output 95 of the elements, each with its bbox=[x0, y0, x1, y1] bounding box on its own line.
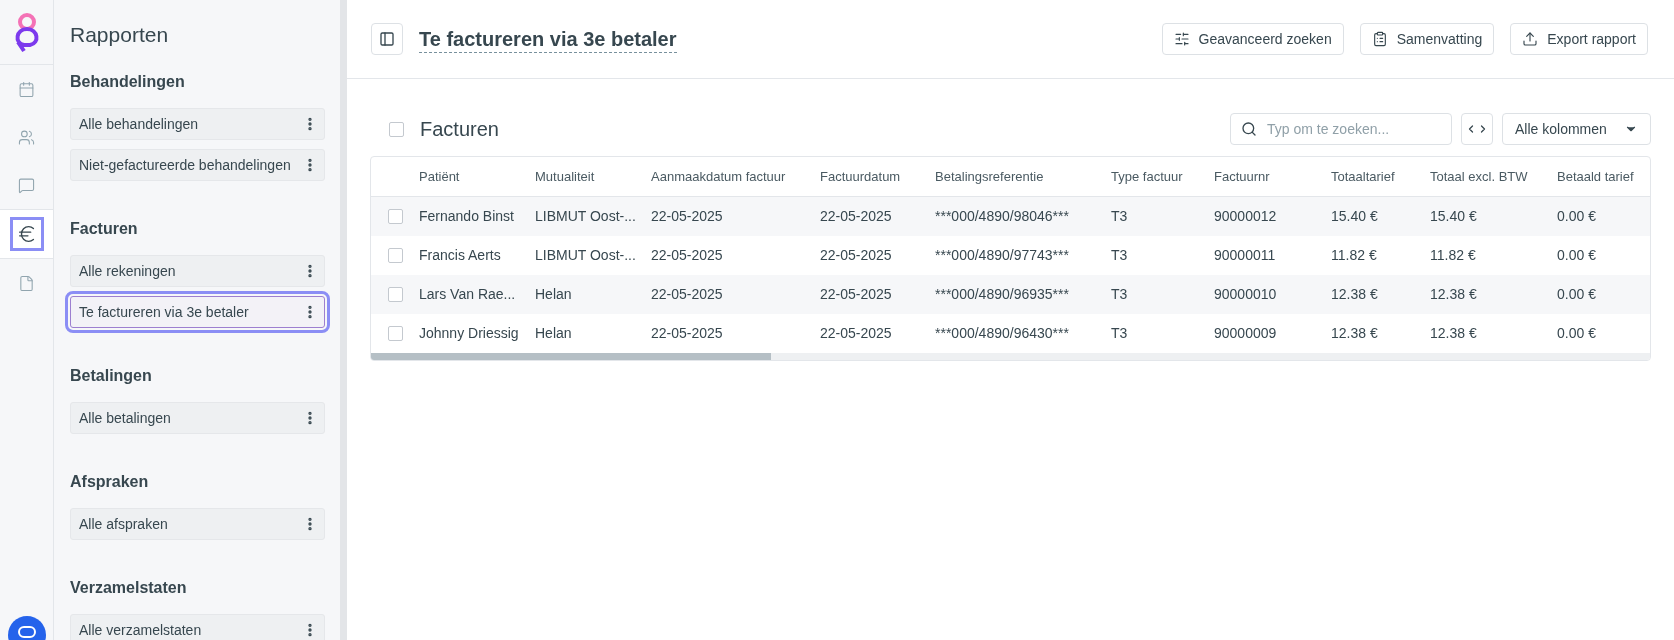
table-cell: 15.40 € bbox=[1430, 208, 1477, 224]
table-cell: T3 bbox=[1111, 247, 1128, 263]
table-cell: 22-05-2025 bbox=[820, 208, 892, 224]
report-label: Alle rekeningen bbox=[79, 261, 176, 281]
table-cell: 22-05-2025 bbox=[820, 286, 892, 302]
report-label: Alle behandelingen bbox=[79, 114, 199, 134]
table-cell: 15.40 € bbox=[1331, 208, 1378, 224]
column-header: Type factuur bbox=[1111, 168, 1183, 184]
table-cell: ***000/4890/96430*** bbox=[935, 325, 1069, 341]
table-cell: 12.38 € bbox=[1430, 325, 1477, 341]
file-icon bbox=[18, 274, 35, 292]
sliders-icon bbox=[1173, 31, 1190, 47]
users-icon bbox=[18, 128, 35, 146]
table-cell: 0.00 € bbox=[1557, 247, 1596, 263]
table-cell: LIBMUT Oost-... bbox=[535, 208, 636, 224]
report-item[interactable]: Alle rekeningen bbox=[70, 255, 325, 287]
table-cell: 90000009 bbox=[1214, 325, 1277, 341]
column-header: Factuurnr bbox=[1214, 168, 1270, 184]
table-cell: Francis Aerts bbox=[419, 247, 501, 263]
table-cell: 0.00 € bbox=[1557, 325, 1596, 341]
table-cell: 11.82 € bbox=[1430, 247, 1476, 263]
search-field[interactable]: Typ om te zoeken... bbox=[1230, 113, 1452, 145]
report-item[interactable]: Alle verzamelstaten bbox=[70, 614, 325, 640]
list-icon bbox=[1371, 31, 1388, 47]
table-cell: 22-05-2025 bbox=[651, 208, 723, 224]
scrollbar-thumb[interactable] bbox=[371, 353, 771, 360]
table-cell: Helan bbox=[535, 325, 572, 341]
upload-icon bbox=[1522, 31, 1539, 47]
checkbox[interactable] bbox=[387, 209, 403, 224]
table-cell: Lars Van Rae... bbox=[419, 286, 516, 302]
column-header: Aanmaakdatum factuur bbox=[651, 168, 786, 184]
report-label: Alle verzamelstaten bbox=[79, 620, 202, 640]
report-label: Niet-gefactureerde behandelingen bbox=[79, 155, 291, 175]
resize-handle[interactable] bbox=[340, 0, 347, 640]
code-toggle-button[interactable] bbox=[1461, 113, 1493, 145]
section-heading: Afspraken bbox=[70, 472, 150, 492]
table-cell: ***000/4890/97743*** bbox=[935, 247, 1069, 263]
toolbar-button[interactable]: Samenvatting bbox=[1359, 23, 1495, 55]
table-cell: 0.00 € bbox=[1557, 208, 1596, 224]
table-cell: 12.38 € bbox=[1331, 325, 1378, 341]
table-cell: 22-05-2025 bbox=[820, 325, 892, 341]
sidebar-toggle-button[interactable] bbox=[371, 23, 403, 55]
table-cell: 12.38 € bbox=[1331, 286, 1378, 302]
table-cell: 90000012 bbox=[1214, 208, 1277, 224]
column-header: Totaal excl. BTW bbox=[1430, 168, 1528, 184]
euro-nav-button[interactable] bbox=[9, 217, 44, 251]
table-cell: T3 bbox=[1111, 325, 1128, 341]
sidebar-title: Rapporten bbox=[70, 22, 170, 48]
table-cell: 22-05-2025 bbox=[651, 247, 723, 263]
report-label: Te factureren via 3e betaler bbox=[79, 302, 249, 322]
table-cell: 90000011 bbox=[1214, 247, 1276, 263]
section-heading: Facturen bbox=[70, 219, 139, 239]
column-header: Betalingsreferentie bbox=[935, 168, 1044, 184]
table-cell: 0.00 € bbox=[1557, 286, 1596, 302]
toolbar-button[interactable]: Geavanceerd zoeken bbox=[1161, 23, 1344, 55]
table-cell: ***000/4890/98046*** bbox=[935, 208, 1069, 224]
table-cell: 22-05-2025 bbox=[651, 286, 723, 302]
panel-icon bbox=[379, 31, 395, 47]
table-cell: Fernando Binst bbox=[419, 208, 514, 224]
report-item[interactable]: Alle afspraken bbox=[70, 508, 325, 540]
report-item[interactable]: Niet-gefactureerde behandelingen bbox=[70, 149, 325, 181]
table-cell: ***000/4890/96935*** bbox=[935, 286, 1069, 302]
checkbox[interactable] bbox=[389, 121, 404, 137]
table-cell: T3 bbox=[1111, 208, 1128, 224]
report-label: Alle betalingen bbox=[79, 408, 171, 428]
table-title: Facturen bbox=[420, 117, 499, 142]
column-header: Factuurdatum bbox=[820, 168, 901, 184]
toolbar-button[interactable]: Export rapport bbox=[1510, 23, 1648, 55]
table-cell: 11.82 € bbox=[1331, 247, 1377, 263]
checkbox[interactable] bbox=[387, 326, 403, 341]
checkbox[interactable] bbox=[387, 287, 403, 302]
table-cell: T3 bbox=[1111, 286, 1128, 302]
column-header: Totaaltarief bbox=[1331, 168, 1395, 184]
checkbox[interactable] bbox=[387, 248, 403, 263]
report-item[interactable]: Alle behandelingen bbox=[70, 108, 325, 140]
column-header: Betaald tarief bbox=[1557, 168, 1634, 184]
search-icon bbox=[1241, 121, 1257, 137]
chat-icon bbox=[18, 176, 35, 194]
page-title: Te factureren via 3e betaler bbox=[419, 25, 677, 53]
report-label: Alle afspraken bbox=[79, 514, 168, 534]
section-heading: Behandelingen bbox=[70, 72, 186, 92]
table-cell: 12.38 € bbox=[1430, 286, 1477, 302]
calendar-icon bbox=[18, 80, 35, 98]
table-cell: 90000010 bbox=[1214, 286, 1277, 302]
section-heading: Verzamelstaten bbox=[70, 578, 188, 598]
table-cell: 22-05-2025 bbox=[820, 247, 892, 263]
columns-dropdown[interactable]: Alle kolommen bbox=[1502, 113, 1651, 145]
column-header: Mutualiteit bbox=[535, 168, 595, 184]
table-cell: Johnny Driessig bbox=[419, 325, 519, 341]
section-heading: Betalingen bbox=[70, 366, 153, 386]
table-cell: 22-05-2025 bbox=[651, 325, 723, 341]
table-cell: Helan bbox=[535, 286, 572, 302]
column-header: Patiënt bbox=[419, 168, 460, 184]
table-cell: LIBMUT Oost-... bbox=[535, 247, 636, 263]
report-item[interactable]: Alle betalingen bbox=[70, 402, 325, 434]
